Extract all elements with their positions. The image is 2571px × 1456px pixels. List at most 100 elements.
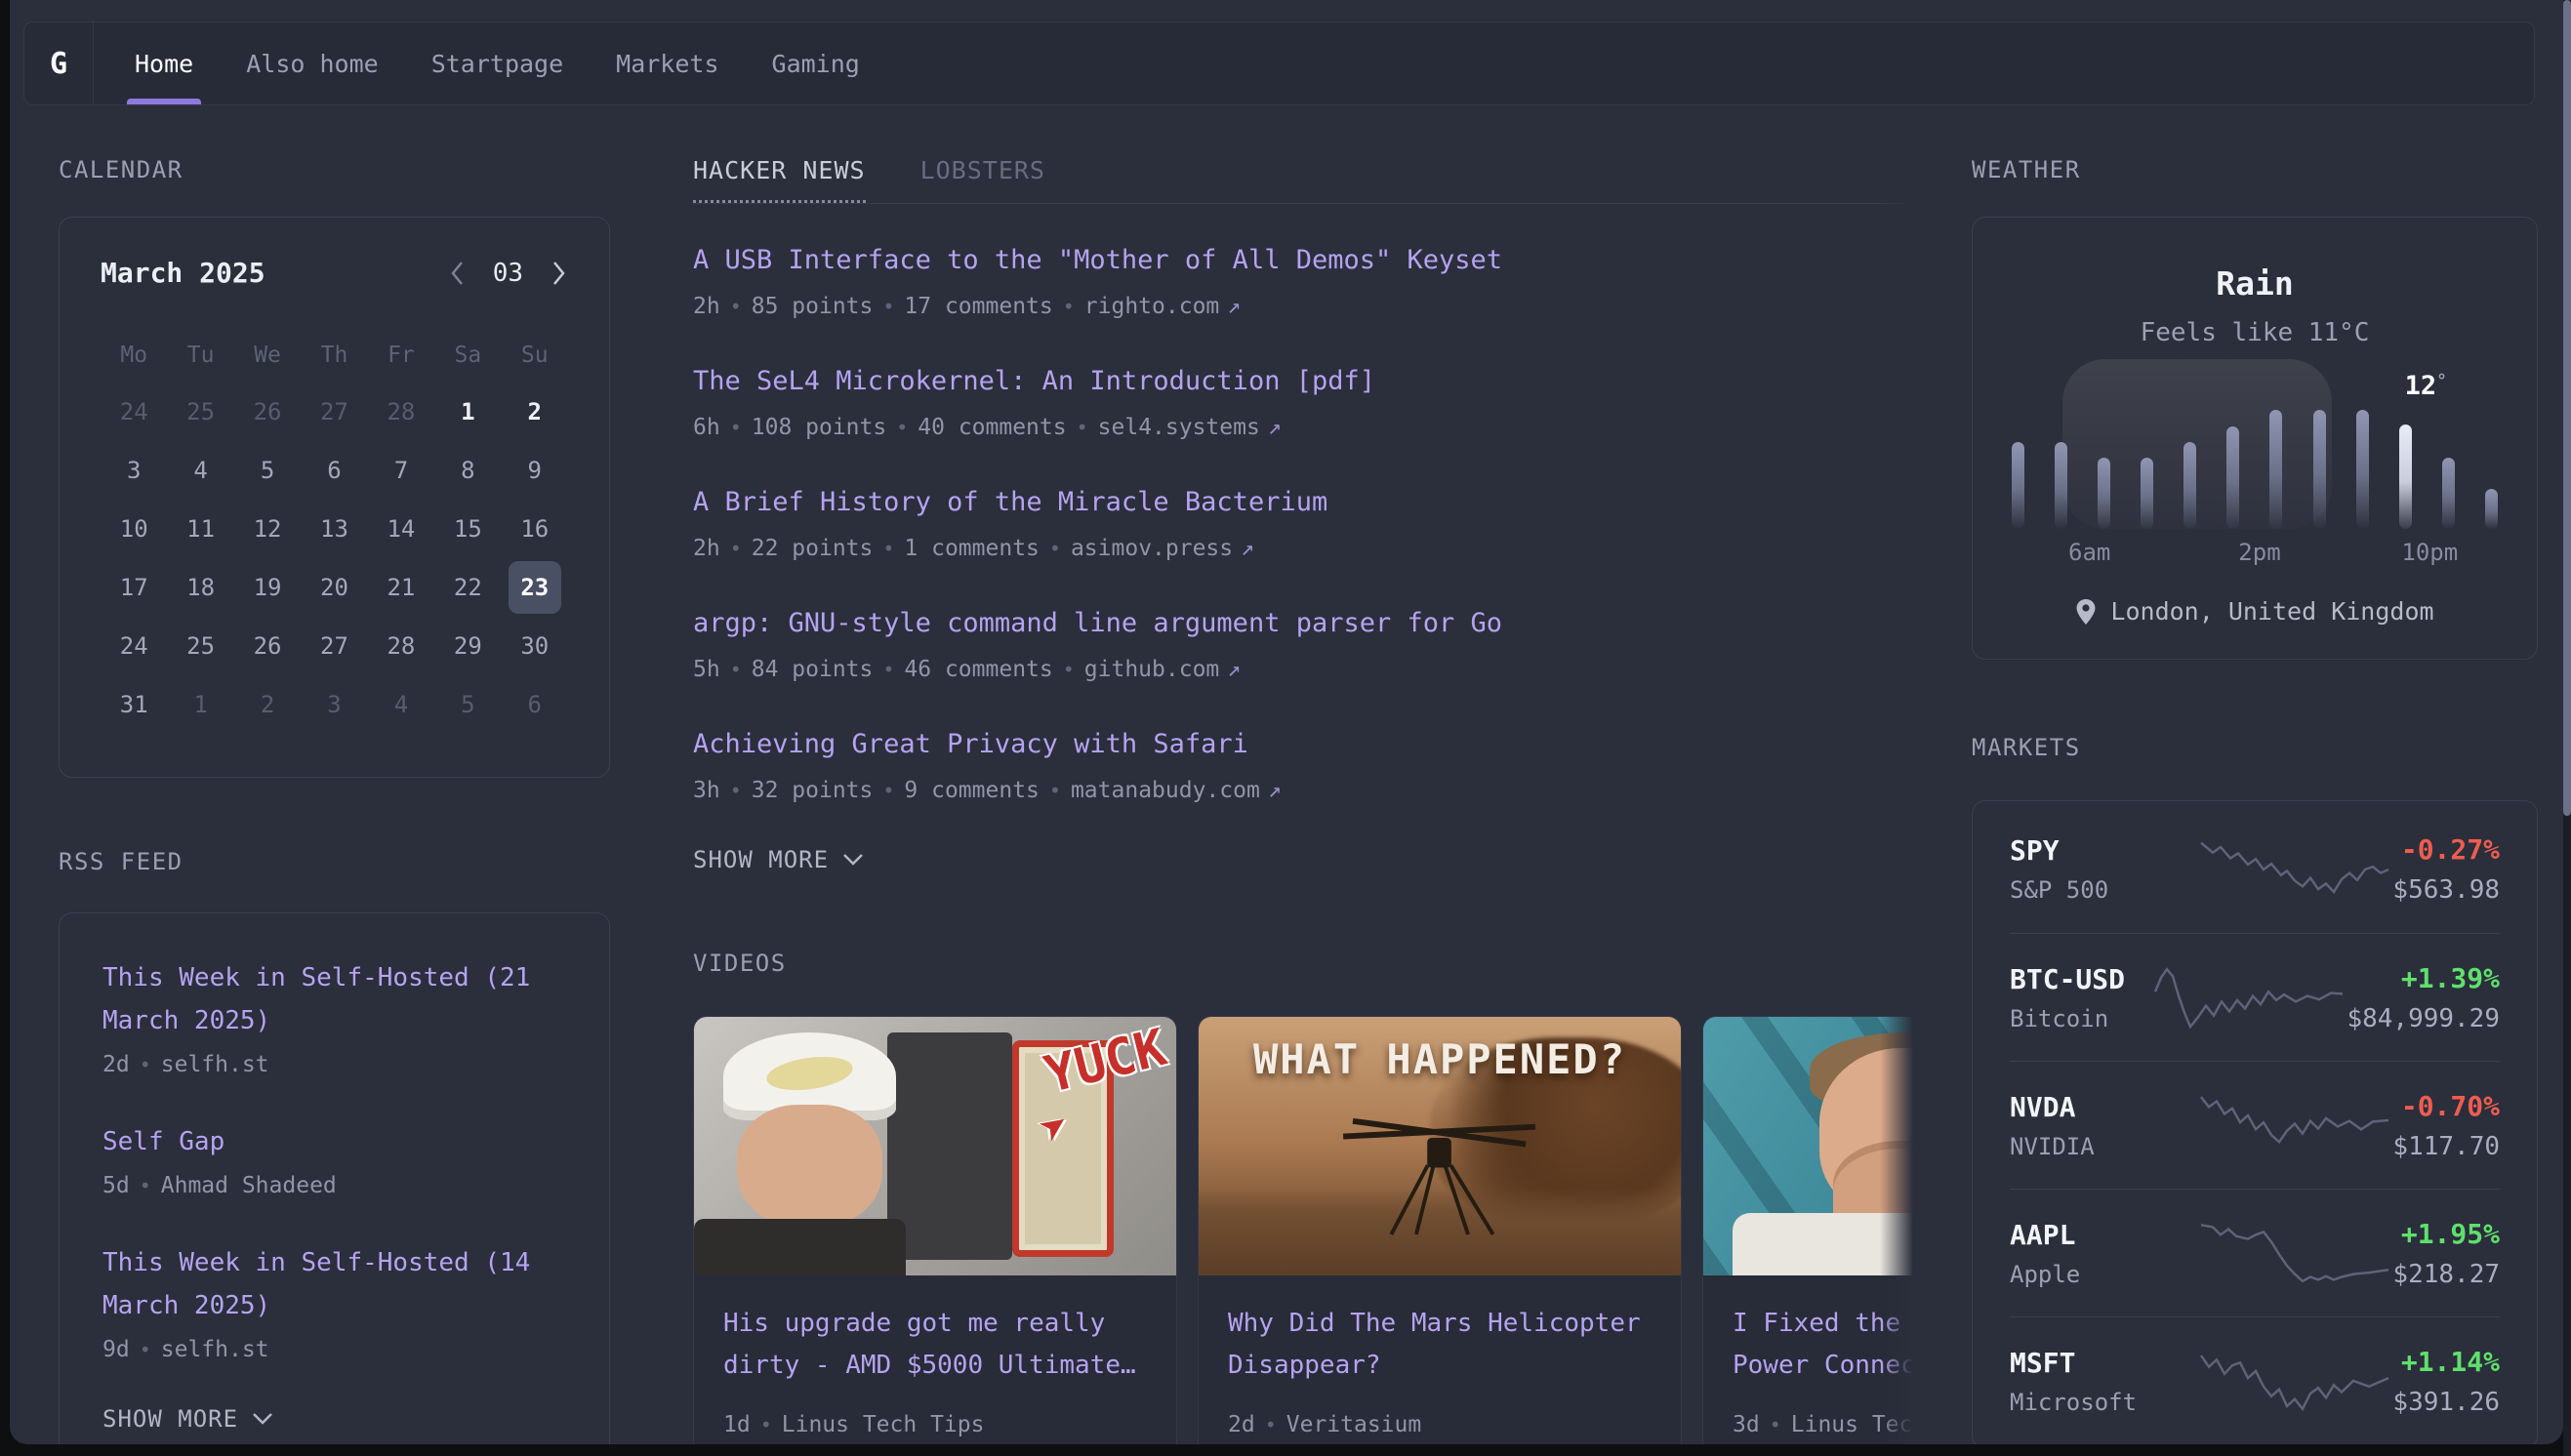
market-row-btc[interactable]: BTC-USD Bitcoin +1.39% $84,999.29: [2010, 933, 2500, 1061]
market-price: $218.27: [2392, 1260, 2500, 1289]
video-title-line: I Fixed the 5: [1733, 1309, 1913, 1338]
tab-lobsters[interactable]: LOBSTERS: [920, 156, 1045, 200]
nav-tab-label: Markets: [616, 50, 718, 78]
calendar-day: 8: [434, 441, 501, 500]
sparkline-chart: [2197, 1090, 2392, 1160]
news-item-comments[interactable]: 9 comments: [904, 778, 1039, 803]
video-channel: Linus Tech Tips: [782, 1412, 985, 1437]
news-item-title[interactable]: argp: GNU-style command line argument pa…: [693, 604, 1913, 643]
market-values: +1.14% $391.26: [2392, 1346, 2500, 1417]
video-age: 1d: [723, 1412, 751, 1437]
scrollbar-thumb[interactable]: [2563, 0, 2571, 816]
dashboard-screen: G Home Also home Startpage Markets Gamin…: [0, 0, 2571, 1456]
video-row: YUCK ➤ His upgrade got me really dirty -…: [693, 1016, 1913, 1444]
news-item-domain[interactable]: github.com: [1084, 657, 1219, 682]
video-thumbnail[interactable]: WHAT HAPPENED?: [1199, 1017, 1681, 1275]
rss-item-title[interactable]: This Week in Self-Hosted (21 March 2025): [102, 956, 566, 1042]
video-thumbnail[interactable]: DOTHT: [1703, 1017, 1913, 1275]
weather-bar: [2055, 442, 2067, 529]
weekday-label: Fr: [368, 332, 434, 379]
video-card[interactable]: DOTHT I Fixed the 5Power Connect 3d•Linu…: [1702, 1016, 1913, 1444]
news-item-domain[interactable]: righto.com: [1084, 294, 1219, 319]
nav-tab-markets[interactable]: Markets: [616, 22, 718, 104]
news-show-more-button[interactable]: SHOW MORE: [693, 846, 1913, 873]
news-item-domain[interactable]: matanabudy.com: [1071, 778, 1260, 803]
weather-location[interactable]: London, United Kingdom: [2012, 597, 2498, 626]
calendar-day: 20: [301, 558, 367, 617]
nav-tab-startpage[interactable]: Startpage: [431, 22, 563, 104]
rss-item: This Week in Self-Hosted (14 March 2025)…: [102, 1241, 566, 1362]
video-card[interactable]: YUCK ➤ His upgrade got me really dirty -…: [693, 1016, 1177, 1444]
market-symbol: SPY: [2010, 834, 2197, 867]
meta-dot: •: [1063, 295, 1075, 318]
market-name: NVIDIA: [2010, 1133, 2197, 1160]
video-title[interactable]: I Fixed the 5Power Connect: [1733, 1303, 1913, 1387]
market-row-aapl[interactable]: AAPL Apple +1.95% $218.27: [2010, 1189, 2500, 1316]
market-name: S&P 500: [2010, 876, 2197, 904]
news-item-domain[interactable]: asimov.press: [1071, 536, 1233, 561]
app-container: G Home Also home Startpage Markets Gamin…: [10, 0, 2563, 1444]
video-meta: 3d•Linus Tec: [1733, 1412, 1913, 1437]
nav-tab-also-home[interactable]: Also home: [246, 22, 378, 104]
market-labels: AAPL Apple: [2010, 1219, 2197, 1288]
calendar-controls: 03: [448, 259, 568, 288]
market-row-msft[interactable]: MSFT Microsoft +1.14% $391.26: [2010, 1316, 2500, 1444]
news-item: argp: GNU-style command line argument pa…: [693, 604, 1913, 682]
news-item-comments[interactable]: 40 comments: [918, 415, 1066, 440]
location-pin-icon: [2075, 598, 2097, 626]
news-item-meta: 5h•84 points•46 comments•github.com↗: [693, 657, 1913, 682]
weather-widget: Rain Feels like 11°C 12° 6am 2pm 10pm: [1972, 217, 2538, 660]
video-title[interactable]: Why Did The Mars Helicopter Disappear?: [1228, 1303, 1652, 1387]
news-item-meta: 2h•22 points•1 comments•asimov.press↗: [693, 536, 1913, 561]
calendar-day: 11: [167, 500, 233, 558]
video-thumbnail[interactable]: YUCK ➤: [694, 1017, 1176, 1275]
thumbnail-text: YUCK: [1039, 1019, 1171, 1106]
page-scrollbar: [2563, 0, 2571, 1456]
top-nav: G Home Also home Startpage Markets Gamin…: [23, 21, 2535, 105]
tab-hacker-news[interactable]: HACKER NEWS: [693, 156, 866, 203]
weather-bar: [2356, 410, 2369, 529]
nav-tab-home[interactable]: Home: [135, 22, 193, 104]
news-item-points: 108 points: [752, 415, 886, 440]
rss-item-source: Ahmad Shadeed: [161, 1173, 337, 1198]
calendar-day: 5: [434, 675, 501, 734]
pc-case-shape: [887, 1032, 1012, 1260]
news-item-domain[interactable]: sel4.systems: [1098, 415, 1260, 440]
rss-show-more-button[interactable]: SHOW MORE: [102, 1405, 566, 1433]
rss-item-meta: 5d•Ahmad Shadeed: [102, 1173, 566, 1198]
app-logo[interactable]: G: [24, 22, 93, 104]
calendar-prev-button[interactable]: [448, 259, 468, 288]
news-item-title[interactable]: Achieving Great Privacy with Safari: [693, 725, 1913, 764]
calendar-next-button[interactable]: [549, 259, 568, 288]
external-link-icon: ↗: [1241, 536, 1254, 561]
market-row-nvda[interactable]: NVDA NVIDIA -0.70% $117.70: [2010, 1061, 2500, 1189]
nav-tab-gaming[interactable]: Gaming: [772, 22, 860, 104]
news-item-comments[interactable]: 1 comments: [904, 536, 1039, 561]
market-row-spy[interactable]: SPY S&P 500 -0.27% $563.98: [2010, 805, 2500, 933]
market-values: +1.95% $218.27: [2392, 1218, 2500, 1289]
video-title[interactable]: His upgrade got me really dirty - AMD $5…: [723, 1303, 1147, 1387]
calendar-day: 17: [101, 558, 167, 617]
rss-item-title[interactable]: This Week in Self-Hosted (14 March 2025): [102, 1241, 566, 1327]
calendar-day: 9: [502, 441, 568, 500]
show-more-label: SHOW MORE: [102, 1405, 238, 1433]
calendar-day: 7: [368, 441, 434, 500]
news-item-title[interactable]: The SeL4 Microkernel: An Introduction [p…: [693, 362, 1913, 401]
market-values: -0.27% $563.98: [2392, 833, 2500, 905]
calendar-day: 14: [368, 500, 434, 558]
meta-dot: •: [730, 658, 742, 681]
calendar-day: 4: [368, 675, 434, 734]
video-card[interactable]: WHAT HAPPENED? Why Did The Mars Hel: [1198, 1016, 1682, 1444]
news-item-title[interactable]: A Brief History of the Miracle Bacterium: [693, 483, 1913, 522]
rss-item-title[interactable]: Self Gap: [102, 1120, 566, 1163]
market-price: $563.98: [2392, 875, 2500, 905]
meta-dot: •: [730, 295, 742, 318]
meta-dot: •: [140, 1053, 151, 1076]
news-item-comments[interactable]: 17 comments: [904, 294, 1052, 319]
calendar-day: 1: [434, 383, 501, 441]
news-item-title[interactable]: A USB Interface to the "Mother of All De…: [693, 241, 1913, 280]
meta-dot: •: [730, 416, 742, 439]
nav-tab-label: Home: [135, 50, 193, 78]
calendar-day: 27: [301, 617, 367, 675]
news-item-comments[interactable]: 46 comments: [904, 657, 1052, 682]
